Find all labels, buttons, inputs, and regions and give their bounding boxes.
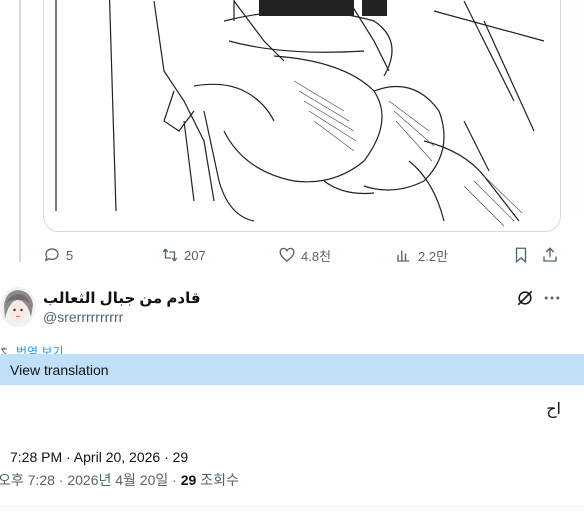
tweet-media-image[interactable] [43,0,561,232]
thread-line [19,0,21,262]
divider [0,506,584,507]
author-display-name[interactable]: قادم من جبال الثعالب [43,289,201,307]
timestamp-en[interactable]: 7:28 PM · April 20, 2026 · 29 [10,449,188,465]
timestamp-ko-date: 오후 7:28 · 2026년 4월 20일 · [0,472,177,488]
like-count: 4.8천 [301,248,332,264]
views-icon [397,250,410,262]
author-handle[interactable]: @srerrrrrrrrrr [43,309,123,325]
translate-highlight[interactable]: View translation [0,354,584,385]
repost-button[interactable]: 207 [161,244,206,266]
views-count: 2.2만 [418,248,449,264]
repost-icon [162,248,178,262]
bookmark-icon [515,247,527,264]
avatar[interactable] [0,287,36,327]
grok-icon[interactable] [515,288,535,308]
view-translation-label: View translation [10,362,109,378]
reply-icon [44,248,59,262]
share-button[interactable] [541,244,559,266]
views-button[interactable]: 2.2만 [395,244,448,266]
timestamp-ko-views-label: 조회수 [200,472,239,488]
more-icon[interactable] [542,288,562,308]
timestamp-ko-views: 29 [180,472,197,488]
tweet-action-bar: 5 207 4.8천 2.2만 [43,244,563,266]
reply-count: 5 [66,247,74,263]
like-icon [279,247,295,262]
tweet-text: اح [546,401,561,418]
timestamp-ko[interactable]: 오후 7:28 · 2026년 4월 20일 · 29 조회수 [0,470,239,490]
repost-count: 207 [184,247,206,263]
bookmark-button[interactable] [512,244,530,266]
share-icon [543,247,557,262]
reply-button[interactable]: 5 [43,244,73,266]
like-button[interactable]: 4.8천 [278,244,331,266]
